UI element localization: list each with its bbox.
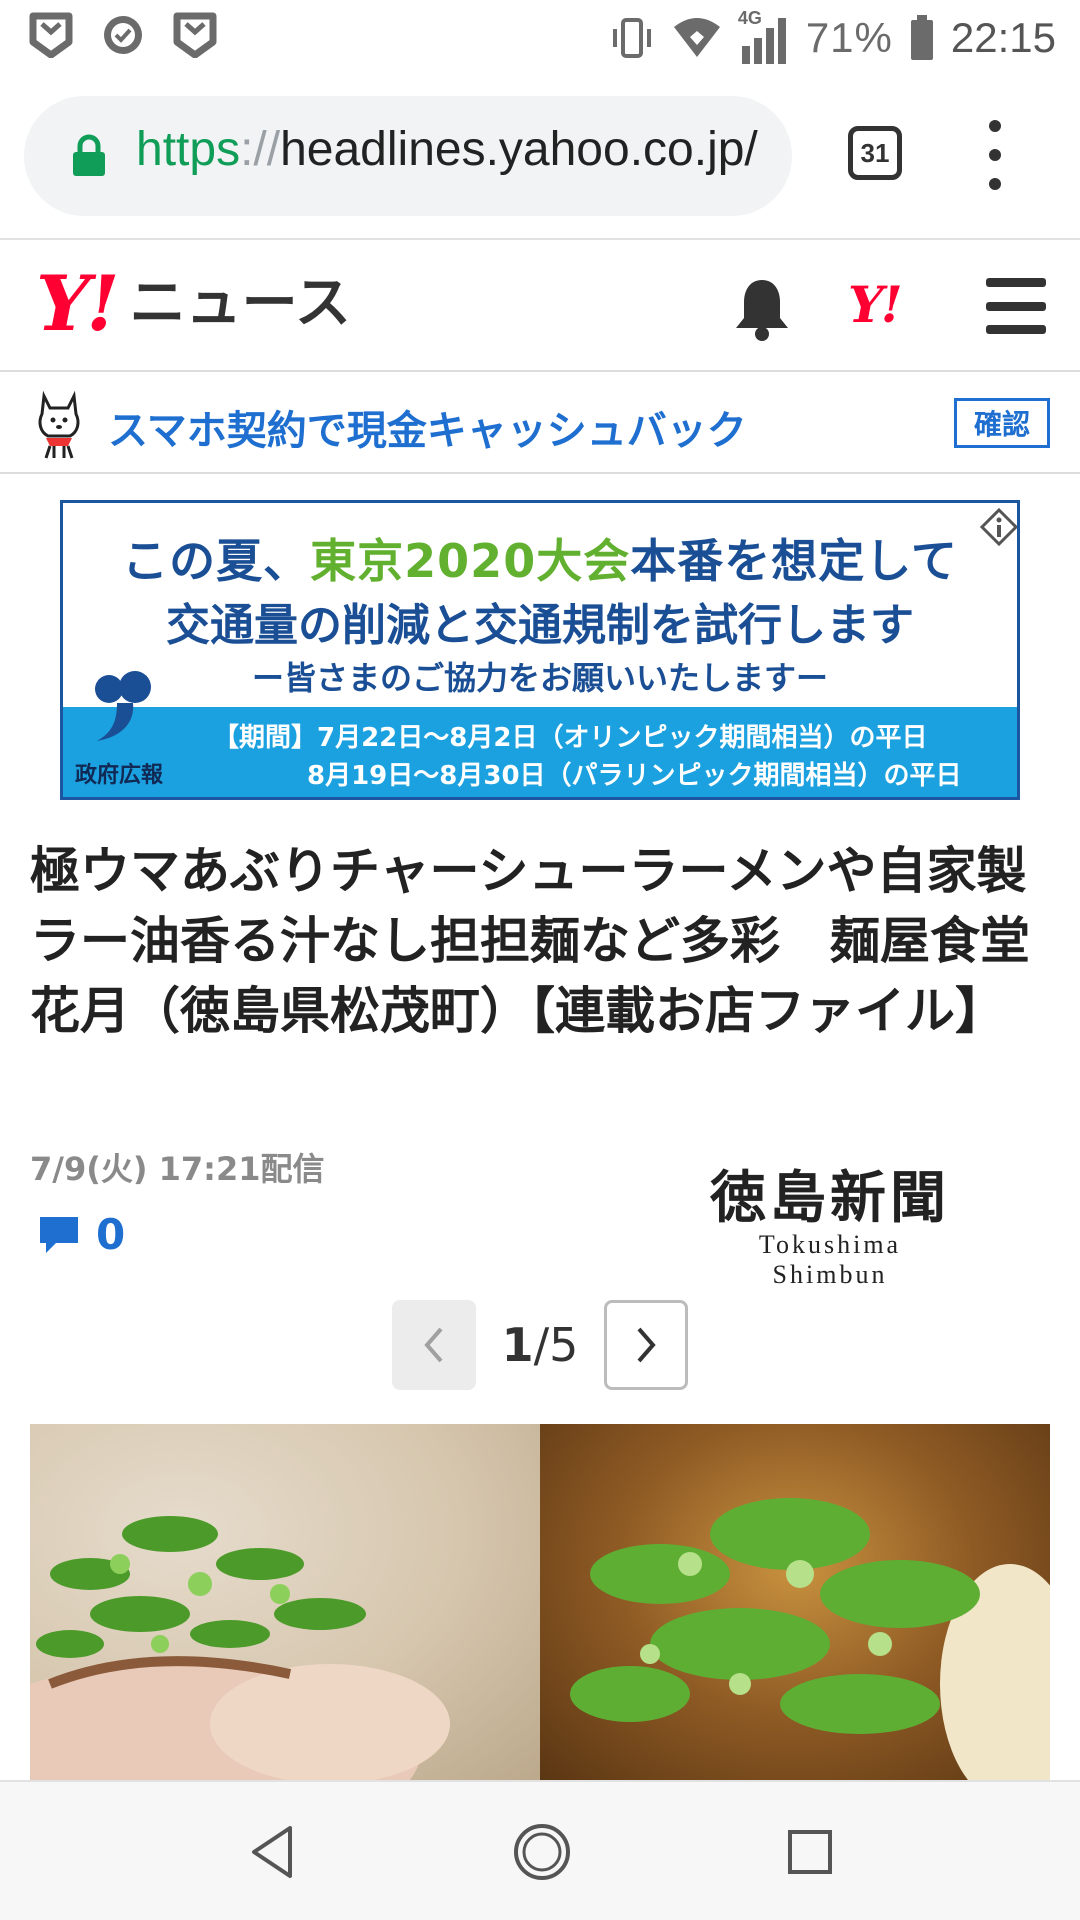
browser-toolbar: https://headlines.yahoo.co.jp/ 31	[0, 76, 1080, 240]
page-indicator: 1/5	[476, 1300, 604, 1390]
yahoo-home-link[interactable]: Y!	[848, 280, 903, 330]
vibrate-icon	[612, 18, 651, 58]
ramen-illustration	[30, 1516, 450, 1780]
recent-apps-icon[interactable]	[786, 1828, 834, 1876]
publisher-logo[interactable]: 徳島新聞 Tokushima Shimbun	[700, 1166, 960, 1290]
ad-headline-highlight: 東京2020大会	[310, 534, 631, 588]
back-icon[interactable]	[246, 1824, 298, 1880]
menu-line	[986, 301, 1046, 311]
chevron-right-icon	[637, 1327, 656, 1363]
url-host: headlines.yahoo.co.jp/	[280, 123, 758, 176]
promo-text: スマホ契約で現金キャッシュバック	[108, 408, 747, 454]
menu-dot	[989, 178, 1001, 190]
ramen-photo	[30, 1424, 540, 1780]
menu-dot	[989, 120, 1001, 132]
url-separator: ://	[240, 123, 281, 176]
menu-dot	[989, 149, 1001, 161]
notification-icons	[28, 12, 218, 58]
url-text: https://headlines.yahoo.co.jp/	[136, 122, 758, 177]
dog-mascot-icon	[38, 390, 80, 459]
government-ad-banner[interactable]: この夏、東京2020大会本番を想定して 交通量の削減と交通規制を試行します ー皆…	[60, 500, 1020, 800]
current-page: 1	[501, 1318, 534, 1372]
article-date: 7/9(火) 17:21配信	[30, 1150, 325, 1188]
clock: 22:15	[950, 14, 1056, 61]
bell-icon[interactable]	[730, 274, 794, 342]
address-bar[interactable]: https://headlines.yahoo.co.jp/	[24, 96, 792, 216]
cell-signal: 4G	[738, 8, 790, 66]
ad-tagline: ー皆さまのご協力をお願いいたしますー	[251, 659, 828, 697]
wifi-icon	[673, 18, 720, 57]
browser-menu-button[interactable]	[980, 120, 1010, 190]
cell-signal-icon	[741, 18, 786, 64]
ad-headline: この夏、東京2020大会本番を想定して	[63, 525, 1017, 591]
publisher-name-ja: 徳島新聞	[710, 1165, 950, 1231]
chevron-left-icon	[424, 1327, 443, 1363]
article-headline: 極ウマあぶりチャーシューラーメンや自家製ラー油香る汁なし担担麺など多彩 麺屋食堂…	[30, 842, 1030, 1040]
url-scheme: https	[136, 123, 241, 176]
ad-period-paralympic: 8月19日〜8月30日（パラリンピック期間相当）の平日	[307, 761, 962, 791]
previous-button[interactable]	[392, 1300, 476, 1390]
ad-sponsor-label: 政府広報	[75, 763, 164, 788]
menu-line	[986, 325, 1046, 334]
android-navigation-bar	[0, 1780, 1080, 1920]
battery-icon	[910, 15, 933, 60]
ad-period-olympic: 【期間】7月22日〜8月2日（オリンピック期間相当）の平日	[213, 723, 928, 753]
shield-notification-icon	[29, 12, 73, 58]
confirm-button[interactable]: 確認	[954, 398, 1050, 448]
ad-period-band: 【期間】7月22日〜8月2日（オリンピック期間相当）の平日 8月19日〜8月30…	[63, 707, 1017, 797]
ad-subheadline: 交通量の削減と交通規制を試行します	[166, 600, 914, 651]
ad-headline-post: 本番を想定して	[630, 534, 958, 588]
comment-link[interactable]: 0	[36, 1210, 125, 1259]
article-photo[interactable]	[30, 1424, 1050, 1780]
yahoo-news-logo[interactable]: Y! ニュース	[36, 266, 351, 342]
menu-line	[986, 278, 1046, 287]
tab-switcher-button[interactable]: 31	[848, 126, 902, 180]
comment-count: 0	[96, 1210, 126, 1259]
hamburger-menu-icon[interactable]	[986, 278, 1046, 334]
battery-percent: 71%	[805, 14, 893, 61]
ad-headline-pre: この夏、	[122, 534, 311, 588]
comment-bubble-icon	[40, 1216, 78, 1253]
shield-notification-icon	[173, 12, 217, 58]
check-circle-icon	[104, 16, 142, 54]
next-button[interactable]	[604, 1300, 688, 1390]
government-logo-icon	[95, 671, 151, 741]
photo-pager: 1/5	[0, 1300, 1080, 1390]
tantanmen-photo	[540, 1424, 1050, 1780]
status-bar: 4G 71% 22:15	[0, 0, 1080, 76]
news-logo-text: ニュース	[129, 271, 351, 336]
site-header: Y! ニュース Y!	[0, 242, 1080, 372]
tab-count: 31	[860, 137, 890, 168]
yahoo-logo-mark: Y!	[36, 259, 120, 348]
home-icon[interactable]	[512, 1822, 572, 1882]
tantanmen-illustration	[570, 1498, 1050, 1780]
system-status: 4G 71% 22:15	[608, 6, 1056, 70]
ad-info-icon[interactable]	[979, 507, 1019, 547]
publisher-name-en: Tokushima Shimbun	[758, 1230, 902, 1289]
lock-icon	[73, 134, 105, 176]
total-pages: /5	[533, 1318, 579, 1372]
promo-banner[interactable]: スマホ契約で現金キャッシュバック 確認	[0, 374, 1080, 474]
